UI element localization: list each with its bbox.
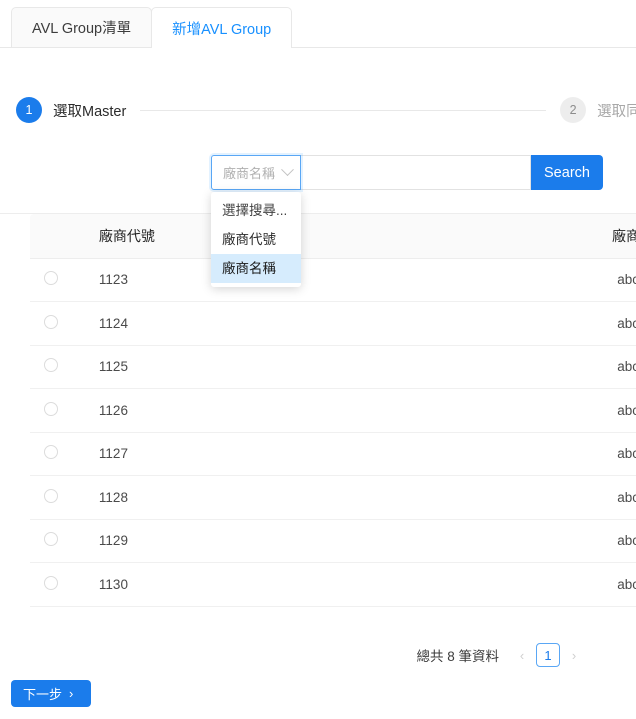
next-step-button[interactable]: 下一步 › (11, 680, 91, 707)
step-number-badge: 2 (560, 97, 586, 123)
next-step-label: 下一步 (23, 684, 62, 703)
chevron-left-icon[interactable]: ‹ (513, 643, 531, 667)
table-header-row: 廠商代號 廠商名稱 (30, 214, 636, 258)
dropdown-option-vendor-code[interactable]: 廠商代號 (211, 225, 301, 254)
tab-label: 新增AVL Group (172, 18, 271, 39)
table-body: 1123 abc1123 1124 abc1124 1125 abc1125 1… (30, 258, 636, 606)
cell-vendor-code: 1127 (85, 432, 324, 476)
table-row[interactable]: 1126 abc1126 (30, 389, 636, 433)
radio-button-icon[interactable] (44, 358, 58, 372)
chevron-right-icon: › (69, 686, 73, 701)
cell-vendor-name: abc1130 (324, 563, 636, 607)
table-head: 廠商代號 廠商名稱 (30, 214, 636, 258)
chevron-right-icon[interactable]: › (565, 643, 583, 667)
cell-vendor-code: 1128 (85, 476, 324, 520)
row-select-cell (30, 476, 85, 520)
row-select-cell (30, 432, 85, 476)
step-select-master[interactable]: 1 選取Master (16, 97, 126, 123)
pagination-total-text: 總共 8 筆資料 (416, 645, 499, 665)
row-select-cell (30, 389, 85, 433)
cell-vendor-name: abc1124 (324, 302, 636, 346)
search-field-select[interactable]: 廠商名稱 (211, 155, 301, 190)
table-row[interactable]: 1125 abc1125 (30, 345, 636, 389)
tab-avl-group-list[interactable]: AVL Group清單 (11, 7, 152, 47)
tab-new-avl-group[interactable]: 新增AVL Group (151, 7, 292, 48)
radio-button-icon[interactable] (44, 445, 58, 459)
cell-vendor-name: abc1129 (324, 519, 636, 563)
cell-vendor-code: 1126 (85, 389, 324, 433)
tab-label: AVL Group清單 (32, 17, 131, 38)
step-select-group-avl[interactable]: 2 選取同組的AVL (560, 97, 636, 123)
step-indicator: 1 選取Master 2 選取同組的AVL (16, 92, 636, 128)
dropdown-option-vendor-name[interactable]: 廠商名稱 (211, 254, 301, 283)
step-connector-line (140, 110, 546, 111)
cell-vendor-name: abc1126 (324, 389, 636, 433)
radio-button-icon[interactable] (44, 576, 58, 590)
row-select-cell (30, 519, 85, 563)
cell-vendor-name: abc1128 (324, 476, 636, 520)
vendor-table-container: 廠商代號 廠商名稱 1123 abc1123 1124 abc1124 112 (0, 213, 636, 607)
cell-vendor-code: 1130 (85, 563, 324, 607)
step-label: 選取同組的AVL (597, 100, 636, 121)
vendor-table: 廠商代號 廠商名稱 1123 abc1123 1124 abc1124 112 (30, 214, 636, 607)
pagination-page-1[interactable]: 1 (536, 643, 560, 667)
radio-button-icon[interactable] (44, 315, 58, 329)
radio-button-icon[interactable] (44, 532, 58, 546)
row-select-cell (30, 302, 85, 346)
tab-bar: AVL Group清單 新增AVL Group (0, 0, 636, 48)
row-select-cell (30, 258, 85, 302)
page-root: AVL Group清單 新增AVL Group 1 選取Master 2 選取同… (0, 0, 636, 719)
search-bar: 廠商名稱 Search (211, 155, 603, 190)
step-label: 選取Master (53, 100, 126, 121)
dropdown-option-placeholder[interactable]: 選擇搜尋... (211, 196, 301, 225)
table-row[interactable]: 1130 abc1130 (30, 563, 636, 607)
column-header-vendor-name: 廠商名稱 (324, 214, 636, 258)
column-header-select (30, 214, 85, 258)
cell-vendor-name: abc1123 (324, 258, 636, 302)
step-number-badge: 1 (16, 97, 42, 123)
search-input[interactable] (301, 155, 531, 190)
search-field-select-value: 廠商名稱 (223, 163, 275, 182)
radio-button-icon[interactable] (44, 489, 58, 503)
radio-button-icon[interactable] (44, 402, 58, 416)
table-row[interactable]: 1123 abc1123 (30, 258, 636, 302)
cell-vendor-code: 1124 (85, 302, 324, 346)
search-button[interactable]: Search (531, 155, 603, 190)
cell-vendor-name: abc1125 (324, 345, 636, 389)
table-row[interactable]: 1128 abc1128 (30, 476, 636, 520)
cell-vendor-name: abc1127 (324, 432, 636, 476)
cell-vendor-code: 1129 (85, 519, 324, 563)
table-row[interactable]: 1127 abc1127 (30, 432, 636, 476)
cell-vendor-code: 1125 (85, 345, 324, 389)
table-row[interactable]: 1124 abc1124 (30, 302, 636, 346)
table-row[interactable]: 1129 abc1129 (30, 519, 636, 563)
row-select-cell (30, 563, 85, 607)
chevron-down-icon (281, 163, 294, 176)
pagination: 總共 8 筆資料 ‹ 1 › (416, 643, 583, 667)
row-select-cell (30, 345, 85, 389)
radio-button-icon[interactable] (44, 271, 58, 285)
search-field-dropdown-menu: 選擇搜尋... 廠商代號 廠商名稱 (211, 192, 301, 287)
